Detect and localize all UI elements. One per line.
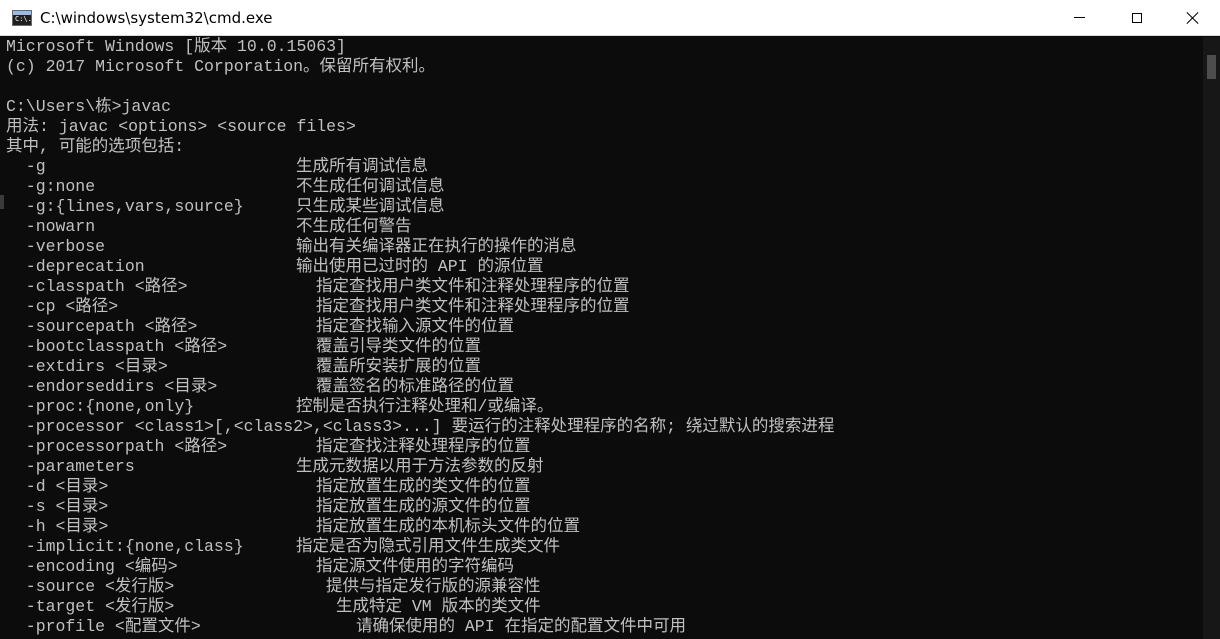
console-option-line: -deprecation 输出使用已过时的 API 的源位置 [6, 257, 1196, 277]
option-flag: -bootclasspath <路径> [6, 337, 228, 356]
option-description: 覆盖所安装扩展的位置 [316, 357, 481, 376]
option-flag: -cp <路径> [6, 297, 119, 316]
option-flag: -target <发行版> [6, 597, 175, 616]
console-option-line: -extdirs <目录> 覆盖所安装扩展的位置 [6, 357, 1196, 377]
console-option-line: -verbose 输出有关编译器正在执行的操作的消息 [6, 237, 1196, 257]
console-option-line: -bootclasspath <路径> 覆盖引导类文件的位置 [6, 337, 1196, 357]
console-option-line: -processorpath <路径> 指定查找注释处理程序的位置 [6, 437, 1196, 457]
console-line: 用法: javac <options> <source files> [6, 117, 356, 136]
option-flag: -d <目录> [6, 477, 109, 496]
cmd-icon[interactable]: C:\. [12, 10, 32, 26]
console-option-line: -source <发行版> 提供与指定发行版的源兼容性 [6, 577, 1196, 597]
option-description: 请确保使用的 API 在指定的配置文件中可用 [356, 617, 687, 636]
close-button[interactable] [1166, 0, 1220, 35]
option-flag: -endorseddirs <目录> [6, 377, 218, 396]
title-bar[interactable]: C:\. C:\windows\system32\cmd.exe [0, 0, 1220, 36]
console-option-line: -encoding <编码> 指定源文件使用的字符编码 [6, 557, 1196, 577]
option-description: 指定查找注释处理程序的位置 [316, 437, 531, 456]
console-option-line: -profile <配置文件> 请确保使用的 API 在指定的配置文件中可用 [6, 617, 1196, 637]
console-edge-mark [0, 195, 4, 209]
option-description: 指定放置生成的本机标头文件的位置 [316, 517, 580, 536]
option-flag: -g:none [6, 177, 96, 196]
cmd-icon-glyph: C:\. [15, 15, 32, 23]
option-description: 不生成任何警告 [296, 217, 412, 236]
option-flag: -encoding <编码> [6, 557, 178, 576]
window-title: C:\windows\system32\cmd.exe [40, 9, 273, 27]
option-description: 生成特定 VM 版本的类文件 [336, 597, 541, 616]
option-description: 生成元数据以用于方法参数的反射 [296, 457, 544, 476]
console-line: 其中, 可能的选项包括: [6, 137, 185, 156]
option-description: 指定查找输入源文件的位置 [316, 317, 514, 336]
console-option-line: -s <目录> 指定放置生成的源文件的位置 [6, 497, 1196, 517]
console-option-line: -endorseddirs <目录> 覆盖签名的标准路径的位置 [6, 377, 1196, 397]
option-description: 覆盖引导类文件的位置 [316, 337, 481, 356]
option-description: 控制是否执行注释处理和/或编译。 [296, 397, 554, 416]
option-flag: -profile <配置文件> [6, 617, 201, 636]
console-option-line: -sourcepath <路径> 指定查找输入源文件的位置 [6, 317, 1196, 337]
option-description: 覆盖签名的标准路径的位置 [316, 377, 514, 396]
console-option-line: -h <目录> 指定放置生成的本机标头文件的位置 [6, 517, 1196, 537]
console-output[interactable]: Microsoft Windows [版本 10.0.15063] (c) 201… [0, 37, 1203, 639]
console-option-line: -classpath <路径> 指定查找用户类文件和注释处理程序的位置 [6, 277, 1196, 297]
option-description: 生成所有调试信息 [296, 157, 428, 176]
close-icon [1187, 12, 1199, 24]
console-option-line: -g:{lines,vars,source} 只生成某些调试信息 [6, 197, 1196, 217]
option-flag: -processorpath <路径> [6, 437, 228, 456]
console-option-line: -implicit:{none,class} 指定是否为隐式引用文件生成类文件 [6, 537, 1196, 557]
option-flag: -deprecation [6, 257, 145, 276]
option-flag: -classpath <路径> [6, 277, 188, 296]
console-line: C:\Users\栋>javac [6, 97, 172, 116]
option-flag: -extdirs <目录> [6, 357, 168, 376]
minimize-button[interactable] [1052, 0, 1106, 35]
option-flag: -s <目录> [6, 497, 109, 516]
console-option-line: -g:none 不生成任何调试信息 [6, 177, 1196, 197]
console-option-line: -g 生成所有调试信息 [6, 157, 1196, 177]
option-description: 只生成某些调试信息 [296, 197, 445, 216]
option-description: 指定查找用户类文件和注释处理程序的位置 [316, 297, 630, 316]
option-flag: -g:{lines,vars,source} [6, 197, 244, 216]
option-flag: -implicit:{none,class} [6, 537, 244, 556]
option-flag: -verbose [6, 237, 106, 256]
option-flag: -g [6, 157, 46, 176]
console-option-line: -cp <路径> 指定查找用户类文件和注释处理程序的位置 [6, 297, 1196, 317]
option-description: 提供与指定发行版的源兼容性 [326, 577, 541, 596]
option-flag: -proc:{none,only} [6, 397, 195, 416]
option-description: 指定查找用户类文件和注释处理程序的位置 [316, 277, 630, 296]
console-option-line: -nowarn 不生成任何警告 [6, 217, 1196, 237]
option-description: 指定放置生成的类文件的位置 [316, 477, 531, 496]
vertical-scrollbar[interactable] [1203, 37, 1220, 639]
console-option-line: -d <目录> 指定放置生成的类文件的位置 [6, 477, 1196, 497]
option-description: 输出使用已过时的 API 的源位置 [296, 257, 544, 276]
console-option-line: -target <发行版> 生成特定 VM 版本的类文件 [6, 597, 1196, 617]
option-flag: -processor <class1>[,<class2>,<class3>..… [6, 417, 835, 436]
option-flag: -h <目录> [6, 517, 109, 536]
cmd-window: C:\. C:\windows\system32\cmd.exe Microso… [0, 0, 1220, 639]
option-flag: -parameters [6, 457, 135, 476]
option-description: 指定源文件使用的字符编码 [316, 557, 514, 576]
maximize-button[interactable] [1110, 0, 1164, 35]
option-description: 不生成任何调试信息 [296, 177, 445, 196]
console-option-line: -processor <class1>[,<class2>,<class3>..… [6, 417, 1196, 437]
option-flag: -source <发行版> [6, 577, 175, 596]
option-description: 输出有关编译器正在执行的操作的消息 [296, 237, 577, 256]
maximize-icon [1132, 12, 1142, 23]
option-description: 指定是否为隐式引用文件生成类文件 [296, 537, 560, 556]
console-line: (c) 2017 Microsoft Corporation。保留所有权利。 [6, 57, 436, 76]
console-line: Microsoft Windows [版本 10.0.15063] [6, 37, 346, 56]
console-option-line: -proc:{none,only} 控制是否执行注释处理和/或编译。 [6, 397, 1196, 417]
console-option-line: -parameters 生成元数据以用于方法参数的反射 [6, 457, 1196, 477]
scrollbar-thumb[interactable] [1207, 55, 1216, 79]
minimize-icon [1073, 17, 1085, 18]
option-description: 指定放置生成的源文件的位置 [316, 497, 531, 516]
option-flag: -nowarn [6, 217, 96, 236]
option-flag: -sourcepath <路径> [6, 317, 198, 336]
